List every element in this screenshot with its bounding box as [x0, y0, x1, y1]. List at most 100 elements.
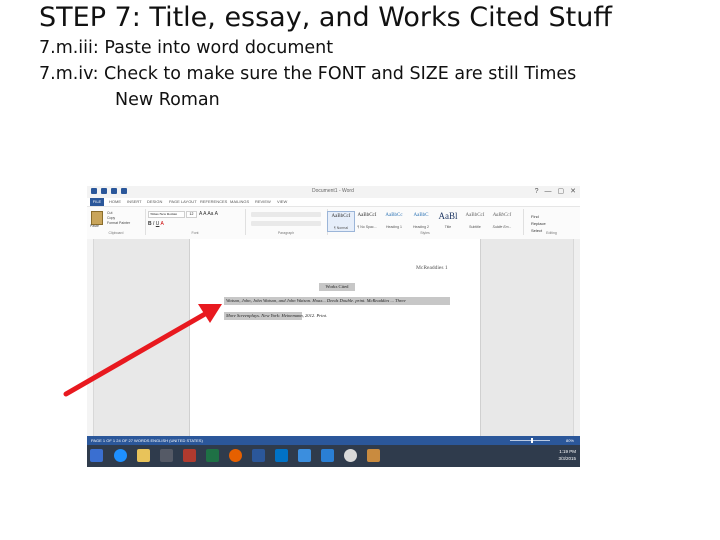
style-preview: AaBbCcI [357, 213, 377, 218]
tab-home[interactable]: HOME [109, 199, 121, 204]
media-icon[interactable] [298, 449, 311, 462]
editing-group: Find Replace Select Editing [523, 209, 580, 235]
tab-design[interactable]: DESIGN [147, 199, 162, 204]
document-workspace: McReaddies 1 Works Cited Watson, John, J… [87, 239, 580, 436]
tab-file[interactable]: FILE [90, 198, 104, 206]
citation-line-2: More Screenplays. New York: Heinemann, 2… [224, 312, 328, 320]
slide-title: STEP 7: Title, essay, and Works Cited St… [39, 2, 612, 33]
status-text: PAGE 1 OF 1 24 OF 27 WORDS ENGLISH (UNIT… [91, 438, 203, 443]
bullet-check-font: 7.m.iv: Check to make sure the FONT and … [39, 64, 577, 84]
bold-button[interactable]: B [148, 221, 152, 227]
document-page[interactable]: McReaddies 1 Works Cited Watson, John, J… [189, 239, 481, 436]
font-group: Times New Roman 12 A A Aa A B I U A Font [145, 209, 246, 235]
bullet-check-font-continued: New Roman [115, 90, 220, 110]
clipboard-group: Paste Cut Copy Format Painter Clipboard [87, 209, 146, 235]
zoom-slider-handle[interactable] [530, 438, 533, 443]
font-name-select[interactable]: Times New Roman [148, 211, 185, 218]
italic-button[interactable]: I [153, 221, 154, 227]
clock-time: 1:19 PM [559, 449, 576, 454]
tab-review[interactable]: REVIEW [255, 199, 271, 204]
font-color-icon[interactable]: A [161, 221, 164, 227]
style-name: Heading 2 [413, 225, 429, 229]
firefox-icon[interactable] [229, 449, 242, 462]
works-cited-heading: Works Cited [319, 283, 355, 291]
tab-page-layout[interactable]: PAGE LAYOUT [169, 199, 197, 204]
page-header: McReaddies 1 [416, 265, 448, 271]
underline-button[interactable]: U [156, 221, 160, 227]
font-size-select[interactable]: 12 [186, 211, 197, 218]
styles-group: AaBbCcI ¶ Normal AaBbCcI ¶ No Spac... AaBb… [327, 209, 524, 235]
style-subtle-emphasis[interactable]: AaBbCcI Subtle Em... [489, 211, 515, 230]
maximize-button[interactable]: ▢ [558, 187, 565, 196]
outlook-icon[interactable] [275, 449, 288, 462]
excel-icon[interactable] [206, 449, 219, 462]
style-no-spacing[interactable]: AaBbCcI ¶ No Spac... [354, 211, 380, 230]
chrome-icon[interactable] [344, 449, 357, 462]
ribbon-tabs: FILE HOME INSERT DESIGN PAGE LAYOUT REFE… [87, 198, 580, 206]
clipboard-group-label: Clipboard [108, 231, 124, 235]
font-tools-row1: A A Aa A [199, 211, 218, 217]
paragraph-tools-row2 [251, 221, 321, 226]
tab-mailings[interactable]: MAILINGS [230, 199, 249, 204]
style-name: Subtitle [469, 225, 481, 229]
tab-view[interactable]: VIEW [277, 199, 287, 204]
store-icon[interactable] [321, 449, 334, 462]
format-painter-button[interactable]: Format Painter [107, 221, 130, 226]
help-icon[interactable]: ? [535, 187, 539, 196]
style-name: ¶ Normal [333, 226, 349, 230]
style-preview: AaBbCcI [492, 213, 512, 218]
system-clock[interactable]: 1:19 PM 3/3/2015 [558, 448, 576, 462]
style-subtitle[interactable]: AaBbCcI Subtitle [462, 211, 488, 230]
paste-label: Paste [90, 224, 99, 228]
styles-group-label: Styles [420, 231, 430, 235]
citation-line-1: Watson, John, John Watson, and John Wats… [224, 297, 450, 305]
minimize-button[interactable]: — [545, 187, 552, 196]
zoom-level: 80% [565, 438, 574, 443]
vertical-ruler [87, 239, 94, 436]
style-name: Subtle Em... [492, 225, 512, 229]
paragraph-tools-row1 [251, 212, 321, 217]
style-preview: AaBbCc [385, 213, 403, 218]
zoom-slider[interactable] [510, 438, 550, 443]
style-name: ¶ No Spac... [357, 225, 377, 229]
windows-taskbar: 1:19 PM 3/3/2015 [87, 445, 580, 467]
quick-access-toolbar [91, 188, 127, 196]
redo-icon[interactable] [121, 188, 127, 194]
save-icon[interactable] [101, 188, 107, 194]
style-name: Heading 1 [386, 225, 402, 229]
ie-icon[interactable] [114, 449, 127, 462]
style-normal[interactable]: AaBbCcI ¶ Normal [327, 211, 355, 232]
style-heading-2[interactable]: AaBbC Heading 2 [408, 211, 434, 230]
paragraph-group: Paragraph [245, 209, 328, 235]
word-logo-icon [91, 188, 97, 194]
vertical-scrollbar[interactable] [573, 239, 580, 436]
document-title: Document1 - Word [312, 188, 354, 194]
style-preview: AaBbC [413, 213, 429, 218]
font-group-label: Font [191, 231, 199, 235]
windows-icon[interactable] [90, 449, 103, 462]
style-heading-1[interactable]: AaBbCc Heading 1 [381, 211, 407, 230]
undo-icon[interactable] [111, 188, 117, 194]
style-name: Title [444, 225, 452, 229]
ribbon: Paste Cut Copy Format Painter Clipboard … [87, 206, 580, 240]
explorer-icon[interactable] [137, 449, 150, 462]
clipboard-commands: Cut Copy Format Painter [107, 211, 130, 226]
editing-group-label: Editing [546, 231, 557, 235]
paint-icon[interactable] [367, 449, 380, 462]
app-icon[interactable] [160, 449, 173, 462]
tab-insert[interactable]: INSERT [127, 199, 142, 204]
word-screenshot: Document1 - Word ? — ▢ ✕ FILE HOME INSER… [87, 186, 580, 467]
tab-references[interactable]: REFERENCES [200, 199, 227, 204]
clock-date: 3/3/2015 [558, 456, 576, 461]
powerpoint-icon[interactable] [183, 449, 196, 462]
replace-button[interactable]: Replace [531, 220, 546, 227]
close-button[interactable]: ✕ [570, 187, 576, 196]
paste-icon[interactable] [91, 211, 103, 225]
word-icon[interactable] [252, 449, 265, 462]
style-preview: AaBl [438, 211, 458, 221]
style-preview: AaBbCcI [465, 213, 485, 218]
style-preview: AaBbCcI [331, 214, 351, 219]
style-title[interactable]: AaBl Title [435, 211, 461, 230]
bullet-paste: 7.m.iii: Paste into word document [39, 38, 334, 58]
find-button[interactable]: Find [531, 213, 546, 220]
